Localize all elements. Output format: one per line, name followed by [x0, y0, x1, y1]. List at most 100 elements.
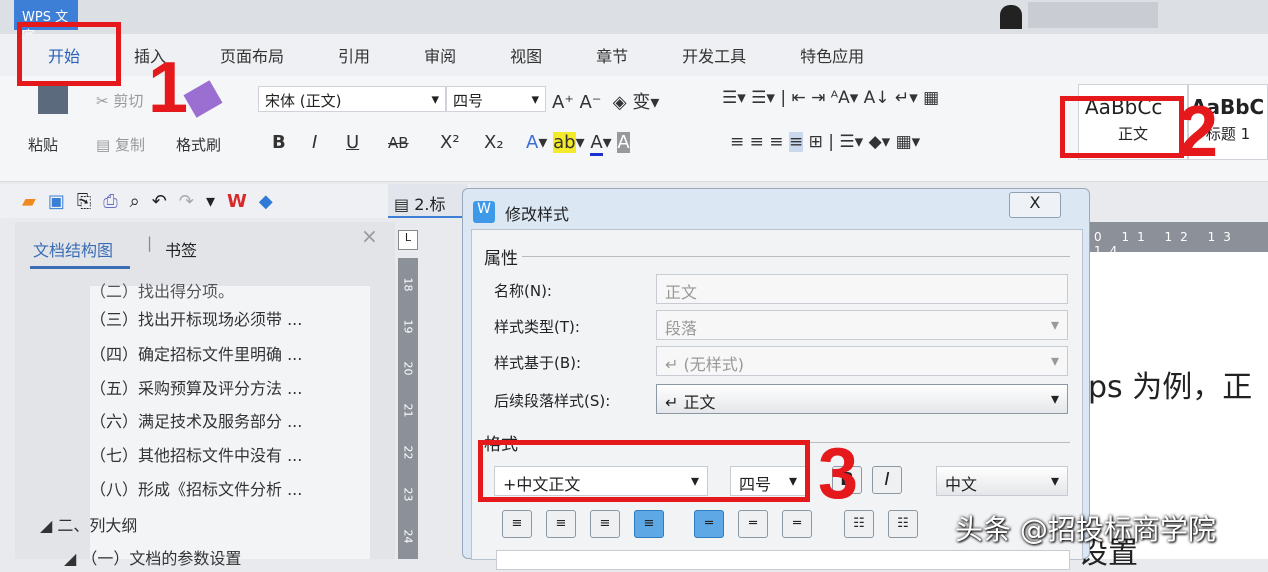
tab-page-layout[interactable]: 页面布局 [220, 43, 284, 67]
document-tab-label: 2.标 [414, 195, 446, 214]
font-name-value: 宋体 (正文) [265, 92, 342, 110]
tab-bookmarks[interactable]: 书签 [165, 237, 197, 261]
single-spacing-button[interactable]: ═ [694, 510, 724, 538]
tab-section[interactable]: 章节 [596, 43, 628, 67]
cube-icon[interactable]: ◆ [259, 191, 273, 212]
paste-button[interactable]: 粘贴 [28, 134, 58, 155]
outline-item[interactable]: （五）采购预算及评分方法 ... [90, 375, 302, 399]
vertical-ruler: 18 19 20 21 22 23 24 [398, 258, 418, 559]
preview-box [496, 550, 1070, 570]
language-select[interactable]: 中文 ▾ [936, 466, 1068, 496]
ruler-label: 22 [401, 445, 415, 460]
subscript-button[interactable]: X₂ [484, 132, 504, 153]
name-value: 正文 [665, 283, 698, 302]
save-icon[interactable]: ▣ [48, 191, 65, 212]
ruler-label: 20 [401, 361, 415, 376]
tab-special[interactable]: 特色应用 [800, 43, 864, 67]
wps-icon[interactable]: W [227, 191, 247, 212]
annotation-number-3: 3 [818, 434, 859, 514]
undo-icon[interactable]: ↶ [152, 191, 167, 212]
tab-review[interactable]: 审阅 [424, 43, 456, 67]
annotation-number-1: 1 [148, 48, 189, 128]
double-spacing-button[interactable]: ═ [782, 510, 812, 538]
outline-item[interactable]: ◢ 二、列大纲 [40, 512, 137, 536]
doc-icon: ▤ [394, 195, 410, 214]
annotation-number-2: 2 [1178, 92, 1219, 172]
outline-item[interactable]: ◢ （一）文档的参数设置 [64, 545, 241, 569]
bold-button[interactable]: B [272, 132, 286, 153]
tab-view[interactable]: 视图 [510, 43, 542, 67]
italic-button[interactable]: I [312, 132, 317, 153]
outline-item[interactable]: （三）找出开标现场必须带 ... [90, 306, 302, 330]
paragraph-tools-row1[interactable]: ☰▾ ☰▾ | ⇤ ⇥ ᴬA▾ A↓ ↵▾ ▦ [722, 88, 939, 108]
ruler-label: 21 [401, 403, 415, 418]
copy-button[interactable]: ▤ 复制 [96, 134, 145, 155]
align-right-button[interactable]: ≡ [590, 510, 620, 538]
outline-item[interactable]: （八）形成《招标文件分析 ... [90, 476, 302, 500]
wps-writer-icon: W [473, 201, 495, 223]
tab-divider: | [147, 234, 153, 252]
export-pdf-icon[interactable]: ⎘ [77, 191, 91, 212]
print-preview-icon[interactable]: ⌕ [130, 191, 140, 212]
tab-document-map[interactable]: 文档结构图 [33, 237, 113, 261]
watermark: 头条 @招投标商学院 [955, 513, 1216, 546]
tab-references[interactable]: 引用 [338, 43, 370, 67]
outline-item[interactable]: （七）其他招标文件中没有 ... [90, 442, 302, 466]
next-style-label: 后续段落样式(S): [494, 392, 611, 410]
close-button[interactable]: X [1009, 192, 1061, 218]
font-name-select[interactable]: 宋体 (正文) ▾ [258, 86, 446, 112]
font-grow-shrink-buttons[interactable]: A⁺ A⁻ ◈ 变▾ [552, 88, 659, 114]
one-half-spacing-button[interactable]: ═ [738, 510, 768, 538]
document-text: ps 为例，正 [1088, 370, 1253, 405]
based-on-label: 样式基于(B): [494, 354, 582, 372]
redo-icon[interactable]: ↷ [179, 191, 194, 212]
align-left-button[interactable]: ≡ [502, 510, 532, 538]
font-size-value: 四号 [453, 92, 484, 110]
close-panel-icon[interactable]: × [361, 224, 378, 248]
cut-button[interactable]: ✂ 剪切 [96, 90, 143, 111]
format-painter-icon[interactable] [183, 80, 223, 118]
based-on-select[interactable]: ↵ (无样式) ▾ [656, 346, 1068, 376]
superscript-button[interactable]: X² [440, 132, 460, 153]
font-size-select[interactable]: 四号 ▾ [446, 86, 546, 112]
next-style-select[interactable]: ↵ 正文 ▾ [656, 384, 1068, 414]
next-style-value: ↵ 正文 [665, 393, 716, 412]
justify-button[interactable]: ≡ [634, 510, 664, 538]
outline-item[interactable]: （六）满足技术及服务部分 ... [90, 408, 302, 432]
alignment-buttons[interactable]: ≡ ≡ ≡ ≡ ⊞ | ☰▾ ◆▾ ▦▾ [730, 132, 920, 152]
open-icon[interactable]: ▰ [22, 191, 36, 212]
annotation-box-2 [1060, 96, 1184, 158]
name-field[interactable]: 正文 [656, 274, 1068, 304]
increase-spacing-button[interactable]: ☷ [844, 510, 874, 538]
ruler-label: 23 [401, 487, 415, 502]
customize-dropdown-icon[interactable]: ▾ [206, 191, 215, 212]
annotation-box-1 [17, 22, 121, 86]
tab-developer[interactable]: 开发工具 [682, 43, 746, 67]
tab-stop-selector[interactable]: L [398, 230, 418, 250]
active-tab-indicator [30, 266, 130, 269]
language-value: 中文 [945, 475, 978, 494]
text-effects-colors[interactable]: A▾ ab▾ A▾ A [526, 132, 630, 156]
document-tab[interactable]: ▤ 2.标 [388, 184, 468, 218]
strikethrough-button[interactable]: AB [388, 134, 409, 152]
format-painter-button[interactable]: 格式刷 [176, 134, 221, 155]
style-type-select[interactable]: 段落 ▾ [656, 310, 1068, 340]
decrease-spacing-button[interactable]: ☷ [888, 510, 918, 538]
based-on-value: ↵ (无样式) [665, 355, 744, 374]
avatar[interactable] [1000, 5, 1022, 29]
ruler-label: 24 [401, 529, 415, 544]
print-icon[interactable]: ⎙ [103, 191, 117, 212]
style-type-label: 样式类型(T): [494, 318, 580, 336]
outline-item[interactable]: （二）找出得分项。 [90, 278, 234, 302]
outline-item[interactable]: （四）确定招标文件里明确 ... [90, 341, 302, 365]
italic-toggle[interactable]: I [872, 466, 902, 494]
dialog-title: 修改样式 [505, 205, 570, 224]
underline-button[interactable]: U [346, 132, 359, 153]
doc-area-top [1090, 184, 1268, 222]
align-center-button[interactable]: ≡ [546, 510, 576, 538]
modify-style-dialog: W 修改样式 X 属性 名称(N): 正文 样式类型(T): 段落 ▾ 样式基于(… [462, 188, 1090, 570]
user-account[interactable] [1028, 2, 1158, 28]
ribbon-tabs: 开始 插入 页面布局 引用 审阅 视图 章节 开发工具 特色应用 [0, 34, 1268, 76]
paste-icon[interactable] [38, 82, 68, 114]
outline-item-label: 二、列大纲 [57, 516, 138, 535]
